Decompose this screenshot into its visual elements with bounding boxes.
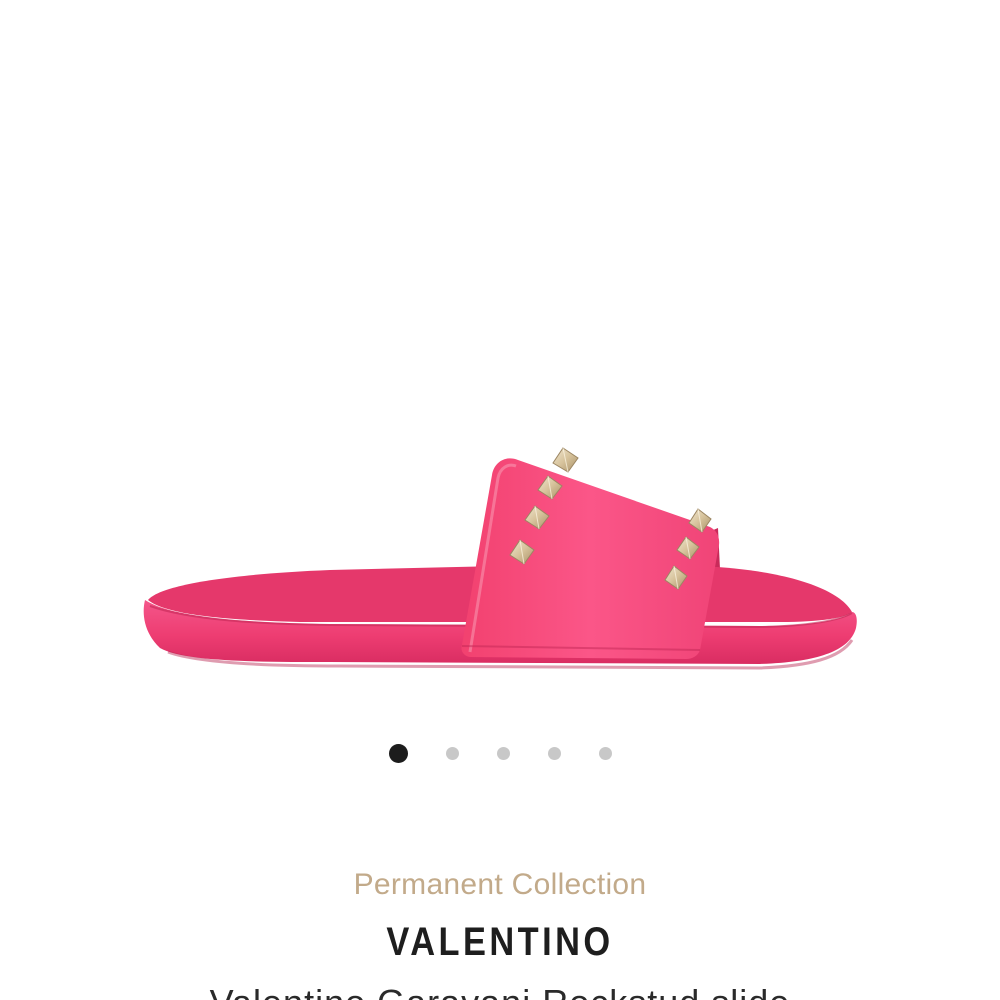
- carousel-dot-5[interactable]: [598, 746, 612, 760]
- product-image[interactable]: [0, 0, 1000, 720]
- carousel-dot-4[interactable]: [547, 746, 561, 760]
- carousel-dot-3[interactable]: [496, 746, 510, 760]
- collection-label[interactable]: Permanent Collection: [0, 868, 1000, 902]
- product-detail-page: Permanent Collection VALENTINO Valentino…: [0, 0, 1000, 1000]
- brand-name[interactable]: VALENTINO: [70, 920, 930, 965]
- strap: [461, 458, 720, 659]
- rockstud-slide-illustration: [143, 447, 857, 670]
- product-title: Valentino Garavani Rockstud slide: [0, 982, 1000, 1000]
- carousel-dot-1[interactable]: [388, 743, 408, 763]
- carousel-dot-2[interactable]: [445, 746, 459, 760]
- image-carousel-dots: [0, 742, 1000, 764]
